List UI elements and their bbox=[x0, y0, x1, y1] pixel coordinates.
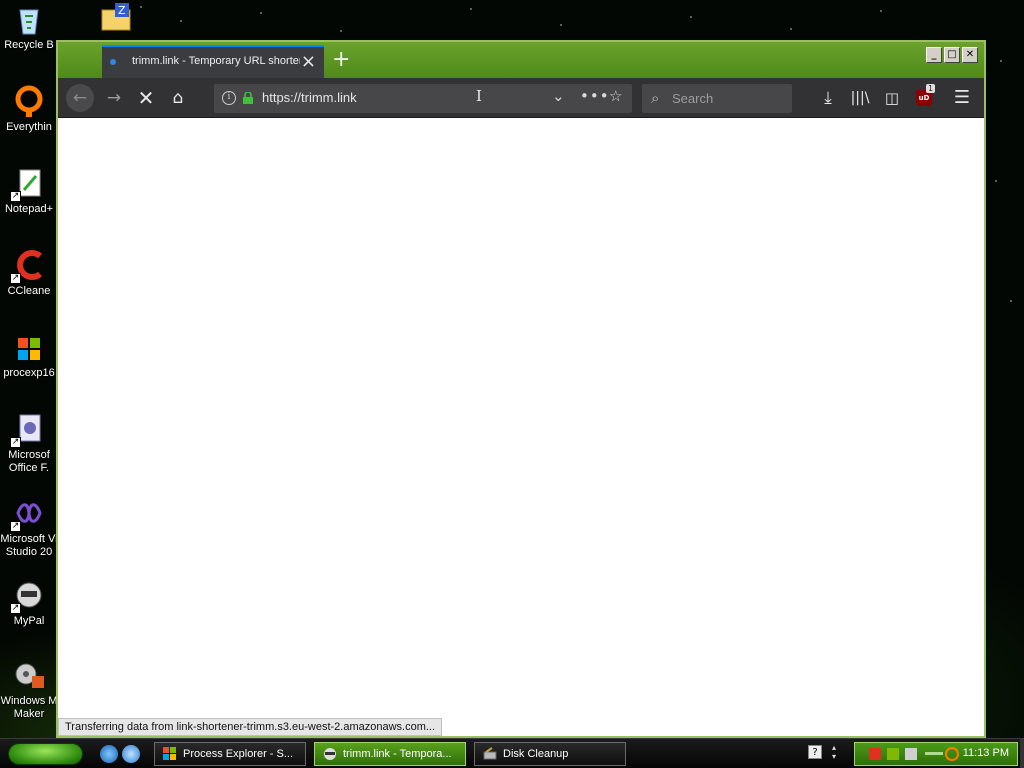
tray-volume-icon[interactable] bbox=[905, 748, 917, 760]
tray-expand-arrows-icon[interactable]: ▴ ▾ bbox=[832, 743, 836, 761]
start-button[interactable] bbox=[8, 743, 83, 765]
page-content[interactable]: Transferring data from link-shortener-tr… bbox=[58, 118, 984, 736]
shortcut-arrow-icon: ↗ bbox=[10, 521, 21, 532]
text-cursor-icon: I bbox=[476, 87, 482, 105]
bookmark-star-icon[interactable]: ☆ bbox=[609, 87, 622, 105]
tab-title: trimm.link - Temporary URL shortener bbox=[132, 55, 300, 67]
everything-search-icon bbox=[12, 84, 46, 118]
disk-cleanup-icon bbox=[483, 747, 497, 760]
tray-network-icon[interactable] bbox=[887, 748, 899, 760]
navigation-toolbar: ← → ✕ ⌂ i https://trimm.link I ⌄ ••• ☆ ⌕… bbox=[58, 78, 984, 118]
shortcut-arrow-icon: ↗ bbox=[10, 273, 21, 284]
sidebar-icon[interactable]: ◫ bbox=[880, 86, 904, 110]
shortcut-arrow-icon: ↗ bbox=[10, 191, 21, 202]
visual-studio-icon: ↗ bbox=[10, 496, 46, 532]
ccleaner-icon: ↗ bbox=[10, 248, 46, 284]
downloads-icon[interactable]: ⤓ bbox=[816, 86, 840, 110]
show-desktop-edge[interactable] bbox=[1020, 739, 1024, 768]
hamburger-menu-icon[interactable]: ☰ bbox=[950, 86, 974, 110]
task-browser[interactable]: trimm.link - Tempora... bbox=[314, 742, 466, 766]
desktop-icon-label: procexp16 bbox=[3, 367, 55, 379]
ublock-count-badge: 1 bbox=[926, 84, 936, 93]
search-placeholder: Search bbox=[672, 91, 714, 106]
close-tab-icon[interactable]: × bbox=[301, 51, 316, 72]
process-explorer-icon bbox=[12, 330, 46, 364]
system-tray: 11:13 PM bbox=[854, 742, 1018, 766]
minimize-button[interactable]: _ bbox=[926, 47, 942, 63]
stop-loading-button[interactable]: ✕ bbox=[134, 86, 158, 110]
desktop-icon-everything[interactable]: Everythin bbox=[0, 84, 58, 134]
tab-strip: trimm.link - Temporary URL shortener × +… bbox=[58, 42, 984, 78]
desktop-icon-label: Microsof Office F. bbox=[8, 449, 50, 474]
internet-explorer-icon[interactable] bbox=[100, 745, 118, 763]
status-message: Transferring data from link-shortener-tr… bbox=[58, 718, 443, 736]
desktop-icon-movie-maker[interactable]: Windows M Maker bbox=[0, 658, 58, 721]
mypal-icon bbox=[324, 748, 336, 760]
back-button[interactable]: ← bbox=[66, 84, 94, 112]
shortcut-arrow-icon: ↗ bbox=[10, 603, 21, 614]
library-icon[interactable]: |||\ bbox=[848, 86, 872, 110]
page-actions-icon[interactable]: ••• bbox=[580, 87, 610, 105]
task-disk-cleanup[interactable]: Disk Cleanup bbox=[474, 742, 626, 766]
desktop-icon-label: CCleane bbox=[7, 285, 51, 297]
task-label: Disk Cleanup bbox=[503, 748, 569, 760]
task-label: Process Explorer - S... bbox=[183, 748, 294, 760]
desktop-icon-ccleaner[interactable]: ↗ CCleane bbox=[0, 248, 58, 298]
browser-window: trimm.link - Temporary URL shortener × +… bbox=[56, 40, 986, 738]
search-icon: ⌕ bbox=[651, 89, 660, 107]
recycle-bin-icon bbox=[12, 2, 46, 36]
desktop-icon-procexp[interactable]: procexp16 bbox=[0, 330, 58, 380]
desktop-icon-mypal[interactable]: ↗ MyPal bbox=[0, 578, 58, 628]
task-process-explorer[interactable]: Process Explorer - S... bbox=[154, 742, 306, 766]
chevron-down-icon[interactable]: ⌄ bbox=[552, 87, 565, 105]
lock-icon bbox=[243, 92, 253, 104]
clock: 11:13 PM bbox=[962, 747, 1009, 759]
desktop-icon-zip-folder[interactable]: Z bbox=[96, 2, 136, 39]
search-box[interactable]: ⌕ Search bbox=[642, 84, 792, 113]
close-window-button[interactable]: ✕ bbox=[962, 47, 978, 63]
url-bar[interactable]: i https://trimm.link I ⌄ ••• ☆ bbox=[214, 84, 632, 113]
forward-button[interactable]: → bbox=[102, 86, 126, 110]
new-tab-button[interactable]: + bbox=[332, 47, 350, 72]
task-label: trimm.link - Tempora... bbox=[343, 748, 452, 760]
shortcut-arrow-icon: ↗ bbox=[10, 437, 21, 448]
windows-flag-icon bbox=[163, 747, 176, 760]
desktop-icon-label: Everythin bbox=[6, 121, 52, 133]
site-info-icon[interactable]: i bbox=[222, 91, 236, 105]
desktop-icon-notepadpp[interactable]: ↗ Notepad+ bbox=[0, 166, 58, 216]
notepad-plus-plus-icon: ↗ bbox=[10, 166, 46, 202]
desktop-icon-label: MyPal bbox=[13, 615, 45, 627]
url-text[interactable]: https://trimm.link bbox=[262, 90, 357, 105]
office-document-icon: ↗ bbox=[10, 412, 46, 448]
favicon-icon bbox=[110, 59, 116, 65]
desktop-icon-label: Windows M Maker bbox=[0, 695, 58, 720]
desktop-icon-visual-studio[interactable]: ↗ Microsoft Vi Studio 20 bbox=[0, 496, 58, 559]
desktop-icon-ms-office[interactable]: ↗ Microsof Office F. bbox=[0, 412, 58, 475]
home-button[interactable]: ⌂ bbox=[166, 86, 190, 110]
tab-active[interactable]: trimm.link - Temporary URL shortener × bbox=[102, 45, 324, 78]
desktop-icon-label: Recycle B bbox=[4, 39, 54, 51]
zip-folder-icon: Z bbox=[99, 2, 133, 36]
desktop-icon-label: Microsoft Vi Studio 20 bbox=[0, 533, 58, 558]
taskbar: Process Explorer - S... trimm.link - Tem… bbox=[0, 738, 1024, 768]
help-icon[interactable]: ? bbox=[808, 745, 822, 759]
mypal-raccoon-icon: ↗ bbox=[10, 578, 46, 614]
movie-maker-icon bbox=[12, 658, 46, 692]
desktop-icon-label: Notepad+ bbox=[4, 203, 53, 215]
desktop-icon-recycle-bin[interactable]: Recycle B bbox=[0, 2, 58, 52]
tray-app-icon[interactable] bbox=[869, 748, 881, 760]
everything-tray-icon[interactable] bbox=[945, 747, 959, 761]
ie-quick-launch-icon[interactable] bbox=[122, 745, 140, 763]
svg-text:Z: Z bbox=[118, 4, 126, 17]
tray-bar-icon bbox=[925, 752, 943, 755]
maximize-button[interactable]: □ bbox=[944, 47, 960, 63]
